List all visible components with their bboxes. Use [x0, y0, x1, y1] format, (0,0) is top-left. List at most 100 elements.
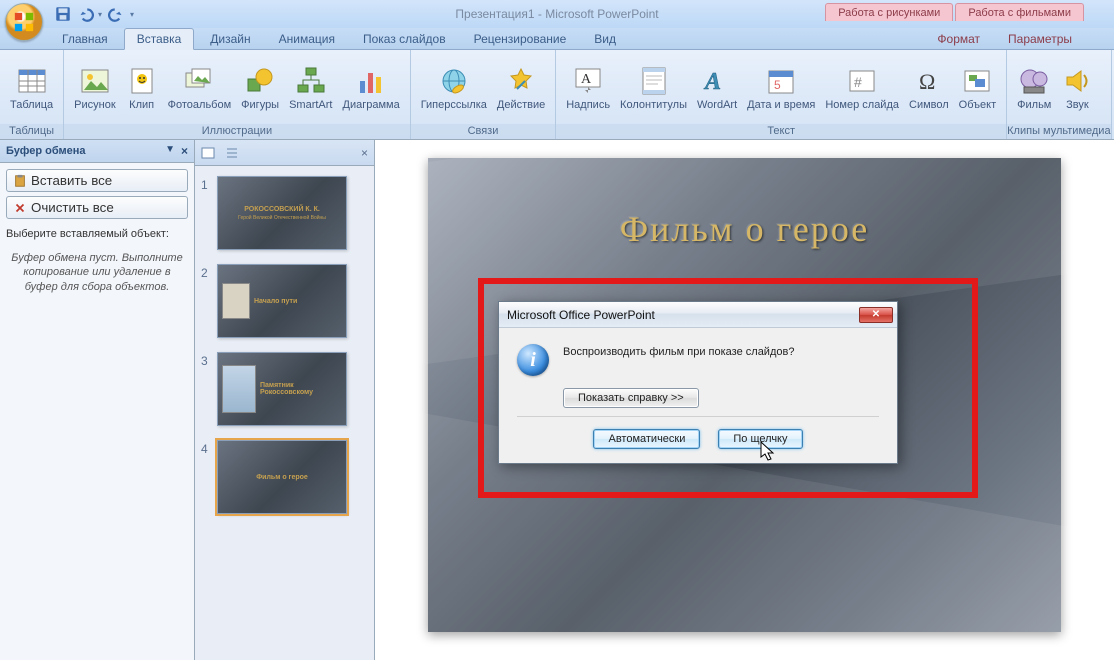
ribbon-picture[interactable]: Рисунок: [70, 63, 120, 113]
ribbon-chart[interactable]: Диаграмма: [339, 63, 404, 113]
slide-thumbnail-3[interactable]: 3 Памятник Рокоссовскому: [201, 352, 368, 426]
svg-text:5: 5: [774, 78, 781, 92]
ribbon-object[interactable]: Объект: [955, 63, 1000, 113]
label: Дата и время: [747, 99, 815, 111]
ribbon-sound[interactable]: Звук: [1057, 63, 1097, 113]
label: Рисунок: [74, 99, 116, 111]
tab-slideshow[interactable]: Показ слайдов: [351, 29, 458, 49]
tab-animation[interactable]: Анимация: [267, 29, 347, 49]
s: Герой Великой Отечественной Войны: [238, 215, 326, 221]
ribbon-clip[interactable]: Клип: [122, 63, 162, 113]
t: РОКОССОВСКИЙ К. К.: [244, 206, 320, 213]
dialog-close-button[interactable]: ✕: [859, 307, 893, 323]
slide-thumbnail-4[interactable]: 4 Фильм о герое: [201, 440, 368, 514]
play-on-click-button[interactable]: По щелчку: [718, 429, 802, 449]
clipboard-empty-message: Буфер обмена пуст. Выполните копирование…: [0, 243, 194, 302]
slides-tab-icon[interactable]: [201, 146, 215, 160]
office-button[interactable]: [5, 3, 43, 41]
tab-design[interactable]: Дизайн: [198, 29, 262, 49]
ribbon-textbox[interactable]: AНадпись: [562, 63, 614, 113]
t: Памятник Рокоссовскому: [260, 382, 342, 396]
label: Диаграмма: [343, 99, 400, 111]
label: Фотоальбом: [168, 99, 232, 111]
current-slide[interactable]: Фильм о герое Microsoft Office PowerPoin…: [428, 158, 1061, 632]
ribbon-smartart[interactable]: SmartArt: [285, 63, 336, 113]
ribbon-group-links: Гиперссылка Действие Связи: [411, 50, 557, 139]
ribbon-group-illustrations: Рисунок Клип Фотоальбом Фигуры SmartArt …: [64, 50, 411, 139]
play-automatically-button[interactable]: Автоматически: [593, 429, 700, 449]
tab-home[interactable]: Главная: [50, 29, 120, 49]
ribbon-datetime[interactable]: 5 Дата и время: [743, 63, 819, 113]
paste-icon: [13, 174, 27, 188]
label: Клип: [129, 99, 154, 111]
ribbon-group-media-label: Клипы мультимедиа: [1007, 124, 1110, 139]
label: Вставить все: [31, 173, 112, 188]
show-help-button[interactable]: Показать справку >>: [563, 388, 699, 408]
clear-icon: [13, 201, 27, 215]
ribbon-table-label: Таблица: [10, 99, 53, 111]
qat-undo-menu[interactable]: ▾: [98, 5, 104, 23]
tab-format[interactable]: Формат: [925, 29, 992, 49]
slide-editor: Фильм о герое Microsoft Office PowerPoin…: [375, 140, 1114, 660]
slide-number: 4: [201, 440, 211, 514]
divider: [517, 416, 879, 417]
label: WordArt: [697, 99, 737, 111]
label: Фильм: [1017, 99, 1051, 111]
save-icon: [54, 5, 72, 23]
t: Начало пути: [254, 298, 342, 305]
ribbon-slidenum[interactable]: #Номер слайда: [821, 63, 903, 113]
ribbon-wordart[interactable]: A WordArt: [693, 63, 741, 113]
object-icon: [961, 65, 993, 97]
clipboard-pane-options[interactable]: ▼: [165, 144, 175, 158]
slide-thumbnail-2[interactable]: 2 Начало пути: [201, 264, 368, 338]
clipboard-pane-close[interactable]: ×: [181, 144, 188, 158]
ribbon-group-media: Фильм Звук Клипы мультимедиа: [1007, 50, 1111, 139]
slide-number: 3: [201, 352, 211, 426]
table-icon: [16, 65, 48, 97]
label: SmartArt: [289, 99, 332, 111]
slidenum-icon: #: [846, 65, 878, 97]
ribbon-group-illustrations-label: Иллюстрации: [64, 124, 410, 139]
clipboard-pane-title: Буфер обмена: [6, 145, 86, 157]
slides-pane: × 1 РОКОССОВСКИЙ К. К.Герой Великой Отеч…: [195, 140, 375, 660]
ribbon-movie[interactable]: Фильм: [1013, 63, 1055, 113]
ribbon-headerfooter[interactable]: Колонтитулы: [616, 63, 691, 113]
qat-save[interactable]: [54, 5, 72, 23]
outline-tab-icon[interactable]: [225, 146, 239, 160]
tab-view[interactable]: Вид: [582, 29, 628, 49]
wordart-icon: A: [701, 65, 733, 97]
ribbon-shapes[interactable]: Фигуры: [237, 63, 283, 113]
ribbon-symbol[interactable]: ΩСимвол: [905, 63, 953, 113]
label: Звук: [1066, 99, 1089, 111]
ribbon-tabs: Главная Вставка Дизайн Анимация Показ сл…: [0, 28, 1114, 50]
symbol-icon: Ω: [913, 65, 945, 97]
ribbon: Таблица Таблицы Рисунок Клип Фотоальбом …: [0, 50, 1114, 140]
ribbon-hyperlink[interactable]: Гиперссылка: [417, 63, 491, 113]
info-icon: i: [517, 344, 549, 376]
tab-review[interactable]: Рецензирование: [462, 29, 579, 49]
label: Надпись: [566, 99, 610, 111]
slide-thumbnail-1[interactable]: 1 РОКОССОВСКИЙ К. К.Герой Великой Отечес…: [201, 176, 368, 250]
dialog-title: Microsoft Office PowerPoint: [507, 308, 655, 322]
slides-pane-close[interactable]: ×: [361, 146, 368, 160]
qat-undo[interactable]: [76, 5, 94, 23]
qat-redo[interactable]: [108, 5, 126, 23]
svg-text:Ω: Ω: [919, 69, 935, 94]
ribbon-album[interactable]: Фотоальбом: [164, 63, 236, 113]
title-bar: ▾ ▾ Презентация1 - Microsoft PowerPoint …: [0, 0, 1114, 28]
action-icon: [505, 65, 537, 97]
context-tab-pictures[interactable]: Работа с рисунками: [825, 3, 953, 21]
paste-all-button[interactable]: Вставить все: [6, 169, 188, 192]
clear-all-button[interactable]: Очистить все: [6, 196, 188, 219]
label: Фигуры: [241, 99, 279, 111]
close-icon: ✕: [872, 309, 880, 320]
ribbon-table[interactable]: Таблица: [6, 63, 57, 113]
tab-params[interactable]: Параметры: [996, 29, 1084, 49]
ribbon-action[interactable]: Действие: [493, 63, 549, 113]
context-tab-movies[interactable]: Работа с фильмами: [955, 3, 1084, 21]
clipboard-select-label: Выберите вставляемый объект:: [0, 225, 194, 243]
t: Фильм о герое: [256, 474, 308, 481]
tab-insert[interactable]: Вставка: [124, 28, 195, 50]
qat-customize[interactable]: ▾: [130, 5, 136, 23]
ribbon-group-links-label: Связи: [411, 124, 556, 139]
